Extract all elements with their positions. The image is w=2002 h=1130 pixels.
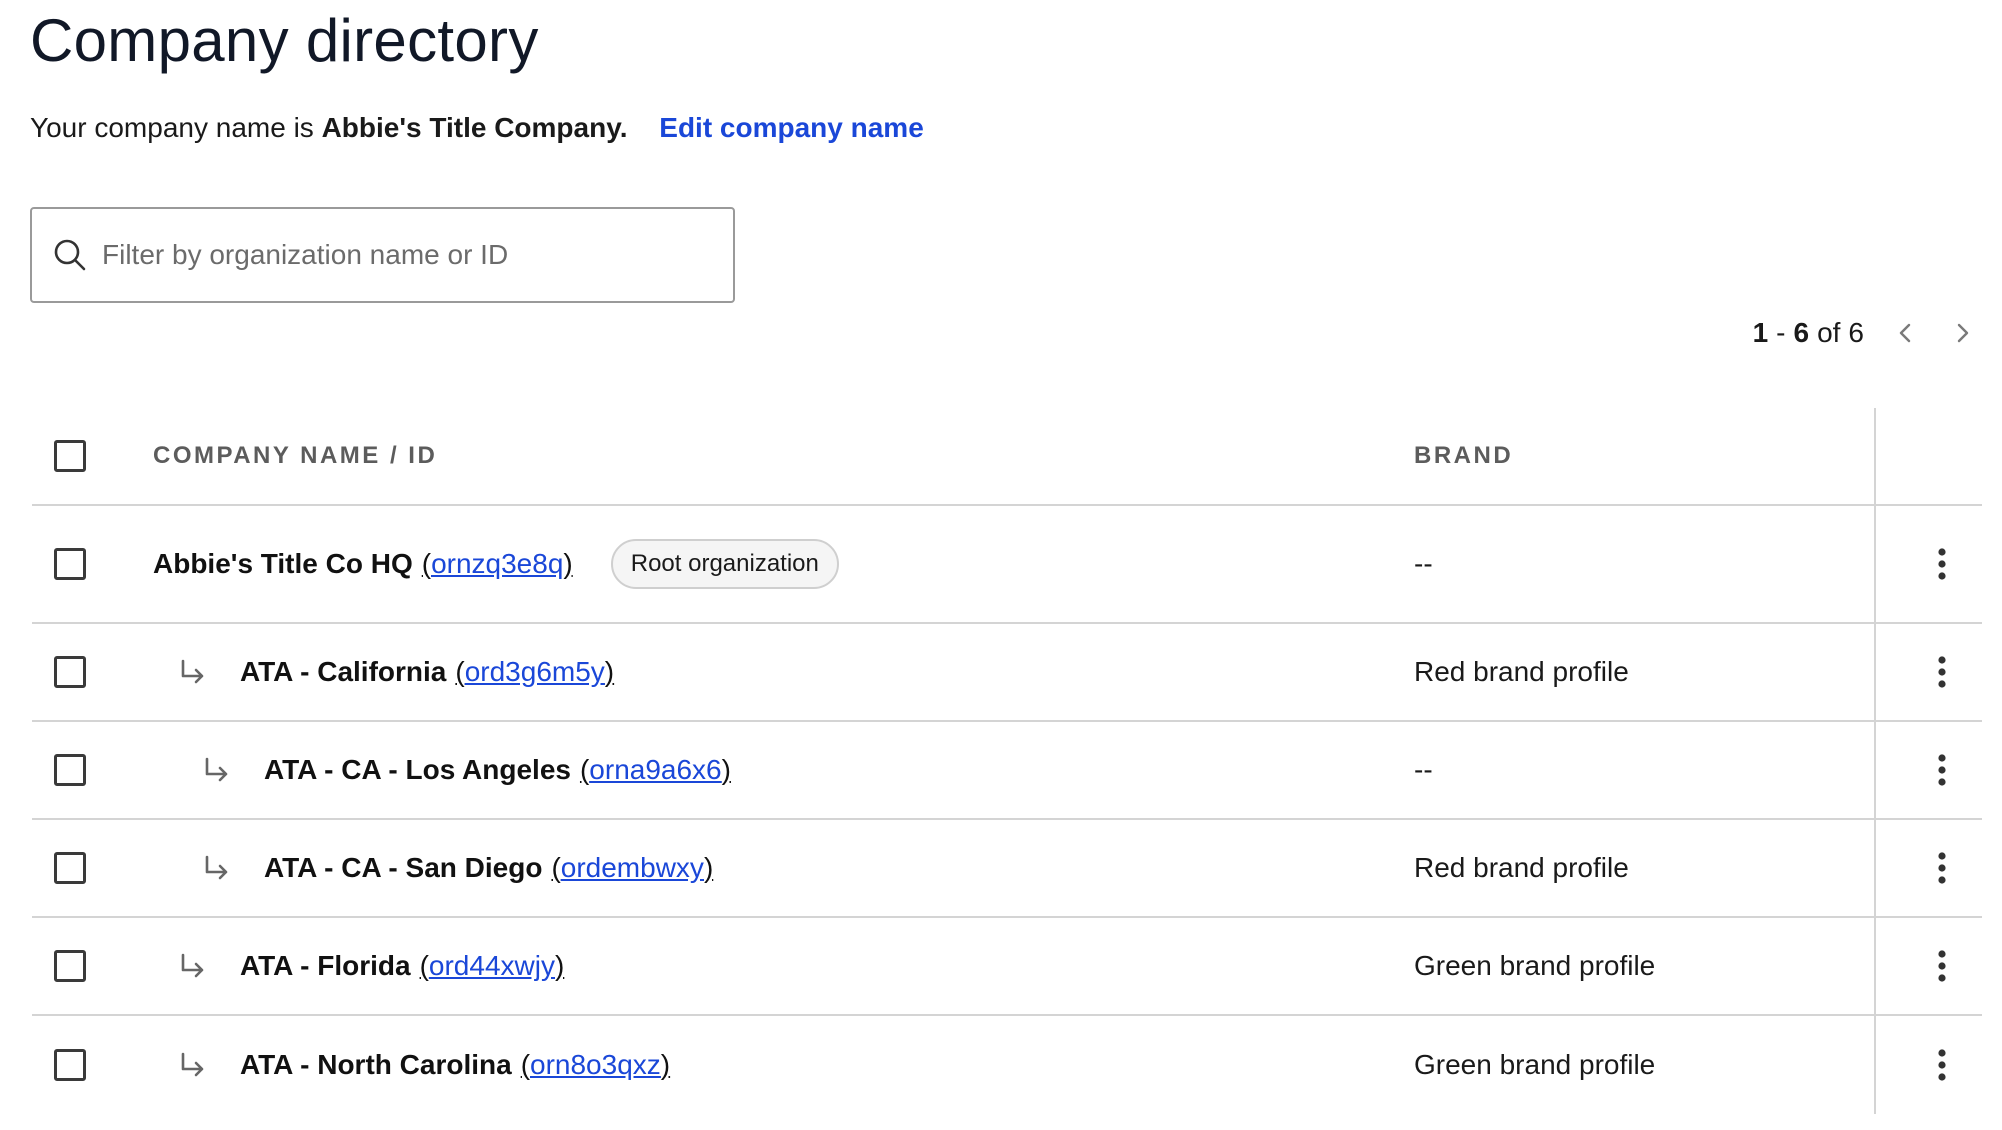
table-row: ATA - CA - San Diego (ordembwxy) Red bra… [32, 820, 1982, 918]
company-name-cell: ATA - CA - San Diego (ordembwxy) [202, 852, 713, 884]
organization-table: COMPANY NAME / ID BRAND Abbie's Title Co… [32, 408, 1982, 1114]
brand-cell: Red brand profile [1414, 656, 1629, 687]
more-vertical-icon[interactable] [1922, 652, 1962, 692]
root-organization-badge: Root organization [610, 539, 839, 589]
company-id-wrapper: (orn8o3qxz) [520, 1049, 671, 1080]
company-name-cell: Abbie's Title Co HQ (ornzq3e8q) Root org… [153, 539, 839, 589]
company-name: Abbie's Title Company. [321, 112, 628, 143]
table-row: ATA - Florida (ord44xwjy) Green brand pr… [32, 918, 1982, 1016]
company-name: ATA - California [240, 656, 447, 687]
company-name: ATA - CA - Los Angeles [264, 754, 571, 785]
column-header-name: COMPANY NAME / ID [153, 442, 438, 469]
row-checkbox[interactable] [54, 754, 86, 786]
table-row: ATA - California (ord3g6m5y) Red brand p… [32, 624, 1982, 722]
table-header-row: COMPANY NAME / ID BRAND [32, 408, 1982, 506]
table-row: ATA - North Carolina (orn8o3qxz) Green b… [32, 1016, 1982, 1114]
more-vertical-icon[interactable] [1922, 946, 1962, 986]
chevron-right-icon[interactable] [1942, 313, 1982, 353]
page-title: Company directory [30, 7, 539, 74]
more-vertical-icon[interactable] [1922, 1045, 1962, 1085]
company-name: Abbie's Title Co HQ [153, 548, 413, 579]
company-id-link[interactable]: ord3g6m5y [465, 656, 605, 687]
row-checkbox[interactable] [54, 950, 86, 982]
subdirectory-arrow-icon [178, 951, 208, 981]
pagination-start: 1 [1752, 317, 1769, 348]
search-input[interactable] [102, 225, 702, 285]
company-name: ATA - CA - San Diego [264, 852, 543, 883]
column-header-brand: BRAND [1414, 442, 1514, 469]
brand-cell: Red brand profile [1414, 852, 1629, 883]
subdirectory-arrow-icon [178, 1050, 208, 1080]
search-box[interactable] [30, 207, 735, 303]
company-prefix: Your company name is [30, 112, 314, 143]
subdirectory-arrow-icon [178, 657, 208, 687]
subdirectory-arrow-icon [202, 755, 232, 785]
pagination-total: 6 [1848, 317, 1864, 348]
company-name-cell: ATA - North Carolina (orn8o3qxz) [178, 1049, 670, 1081]
edit-company-name-link[interactable]: Edit company name [659, 112, 924, 143]
table-row: Abbie's Title Co HQ (ornzq3e8q) Root org… [32, 506, 1982, 624]
company-id-link[interactable]: orn8o3qxz [530, 1049, 661, 1080]
table-row: ATA - CA - Los Angeles (orna9a6x6) -- [32, 722, 1982, 820]
company-id-wrapper: (ord3g6m5y) [455, 656, 615, 687]
row-checkbox[interactable] [54, 548, 86, 580]
company-id-link[interactable]: ornzq3e8q [431, 548, 563, 579]
company-name-cell: ATA - CA - Los Angeles (orna9a6x6) [202, 754, 731, 786]
company-name: ATA - Florida [240, 950, 411, 981]
search-icon [52, 237, 88, 273]
brand-cell: -- [1414, 548, 1433, 579]
company-name-line: Your company name is Abbie's Title Compa… [30, 112, 924, 144]
company-name: ATA - North Carolina [240, 1049, 512, 1080]
company-id-wrapper: (ord44xwjy) [419, 950, 565, 981]
pagination: 1 - 6 of 6 [1753, 310, 1982, 356]
company-id-wrapper: (ornzq3e8q) [421, 548, 573, 579]
chevron-left-icon[interactable] [1886, 313, 1926, 353]
company-id-wrapper: (orna9a6x6) [579, 754, 731, 785]
company-id-link[interactable]: orna9a6x6 [589, 754, 721, 785]
company-id-wrapper: (ordembwxy) [551, 852, 714, 883]
brand-cell: Green brand profile [1414, 1049, 1656, 1080]
brand-cell: -- [1414, 754, 1433, 785]
more-vertical-icon[interactable] [1922, 544, 1962, 584]
company-id-link[interactable]: ord44xwjy [429, 950, 555, 981]
pagination-separator: - [1776, 317, 1786, 348]
subdirectory-arrow-icon [202, 853, 232, 883]
company-name-cell: ATA - California (ord3g6m5y) [178, 656, 614, 688]
pagination-end: 6 [1793, 317, 1810, 348]
brand-cell: Green brand profile [1414, 950, 1656, 981]
more-vertical-icon[interactable] [1922, 848, 1962, 888]
pagination-of-label: of [1817, 317, 1841, 348]
row-checkbox[interactable] [54, 1049, 86, 1081]
select-all-checkbox[interactable] [54, 440, 86, 472]
row-checkbox[interactable] [54, 656, 86, 688]
row-checkbox[interactable] [54, 852, 86, 884]
more-vertical-icon[interactable] [1922, 750, 1962, 790]
company-name-cell: ATA - Florida (ord44xwjy) [178, 950, 564, 982]
company-id-link[interactable]: ordembwxy [561, 852, 704, 883]
